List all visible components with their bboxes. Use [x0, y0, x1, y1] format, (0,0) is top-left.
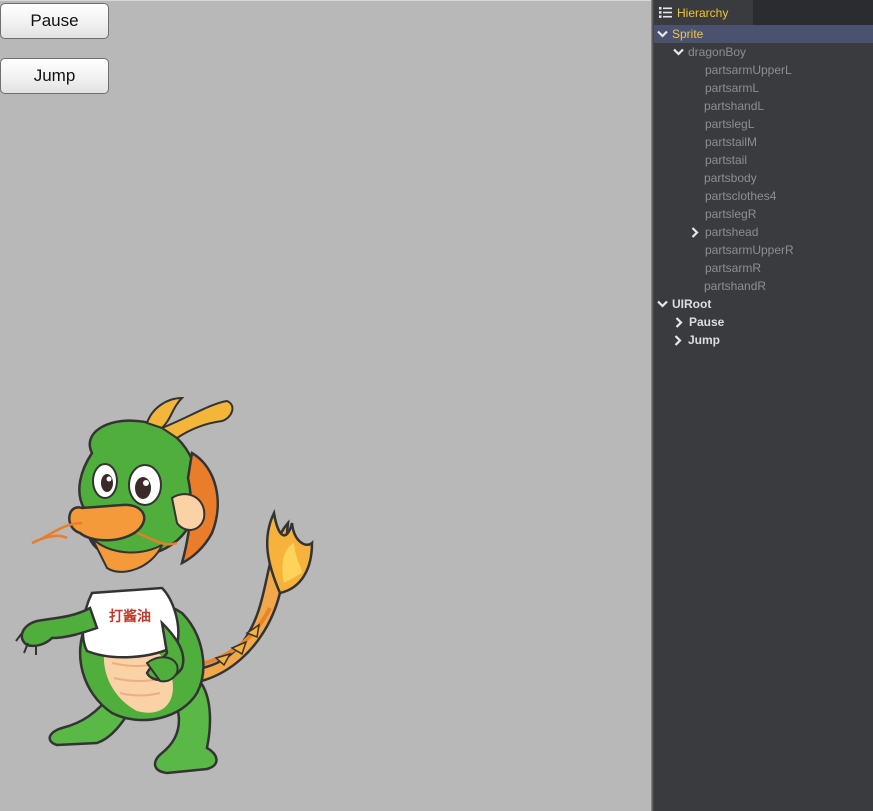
tree-node-label: Jump	[688, 333, 721, 347]
tree-node-label: partsbody	[704, 171, 757, 185]
tree-node-part[interactable]: partshandR	[654, 277, 873, 295]
tab-hierarchy[interactable]: Hierarchy	[654, 0, 753, 25]
chevron-down-icon[interactable]	[656, 25, 668, 43]
tree-node-part[interactable]: partshandL	[654, 97, 873, 115]
chevron-right-icon[interactable]	[689, 223, 701, 241]
tree-node-label: partsarmR	[705, 261, 762, 275]
tree-node-part[interactable]: partsbody	[654, 169, 873, 187]
tree-node-label: partsarmL	[705, 81, 760, 95]
tree-node-pause[interactable]: Pause	[654, 313, 873, 331]
tree-node-label: partshead	[705, 225, 759, 239]
tree-node-label: partsarmUpperR	[705, 243, 794, 257]
tree-node-dragonboy[interactable]: dragonBoy	[654, 43, 873, 61]
list-icon	[659, 7, 672, 18]
tree-node-label: UIRoot	[672, 297, 712, 311]
tree-node-label: partsclothes4	[705, 189, 777, 203]
chevron-down-icon[interactable]	[672, 43, 684, 61]
pause-button[interactable]: Pause	[0, 3, 109, 39]
tree-node-label: partstailM	[705, 135, 758, 149]
tree-node-part[interactable]: partsarmUpperL	[654, 61, 873, 79]
tree-node-part[interactable]: partslegR	[654, 205, 873, 223]
tree-node-label: Pause	[689, 315, 725, 329]
tree-node-label: Sprite	[672, 27, 704, 41]
tree-node-uiroot[interactable]: UIRoot	[654, 295, 873, 313]
chevron-right-icon[interactable]	[673, 313, 685, 331]
panel-tab-bar: Hierarchy	[654, 0, 873, 25]
hierarchy-tree: Sprite dragonBoy partsarmUpperL partsarm…	[654, 25, 873, 349]
tree-node-part[interactable]: partsarmUpperR	[654, 241, 873, 259]
chevron-down-icon[interactable]	[656, 295, 668, 313]
tree-node-label: partshandL	[704, 99, 765, 113]
tree-node-part[interactable]: partsclothes4	[654, 187, 873, 205]
chevron-right-icon[interactable]	[672, 331, 684, 349]
tree-node-label: partshandR	[704, 279, 767, 293]
hierarchy-panel: Hierarchy Sprite dragonBoy partsarmUpper…	[654, 0, 873, 811]
tree-node-part[interactable]: partsarmL	[654, 79, 873, 97]
tree-node-label: partsarmUpperL	[705, 63, 792, 77]
tab-hierarchy-label: Hierarchy	[677, 5, 729, 20]
jump-button[interactable]: Jump	[0, 58, 109, 94]
tree-node-label: partslegL	[705, 117, 755, 131]
tree-node-sprite[interactable]: Sprite	[654, 25, 873, 43]
tree-node-part[interactable]: partstail	[654, 151, 873, 169]
game-stage[interactable]: Pause Jump 打酱油	[0, 0, 651, 811]
shirt-text: 打酱油	[109, 608, 151, 625]
tree-node-label: partstail	[705, 153, 748, 167]
tree-node-label: partslegR	[705, 207, 757, 221]
tree-node-part[interactable]: partstailM	[654, 133, 873, 151]
tree-node-part[interactable]: partslegL	[654, 115, 873, 133]
tree-node-part[interactable]: partshead	[654, 223, 873, 241]
dragon-boy-sprite: 打酱油	[15, 396, 314, 775]
tree-node-label: dragonBoy	[688, 45, 747, 59]
tree-node-part[interactable]: partsarmR	[654, 259, 873, 277]
tree-node-jump[interactable]: Jump	[654, 331, 873, 349]
